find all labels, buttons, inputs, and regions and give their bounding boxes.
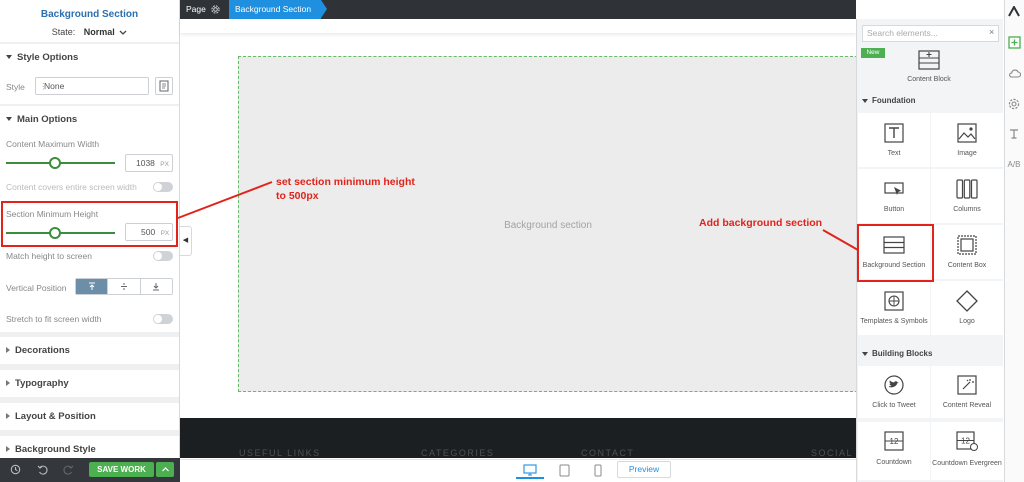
annotation-add-section-note: Add background section [699,217,823,229]
annotation-arrows [177,181,859,251]
annotation-min-height-note: set section minimum height to 500px [276,176,415,202]
